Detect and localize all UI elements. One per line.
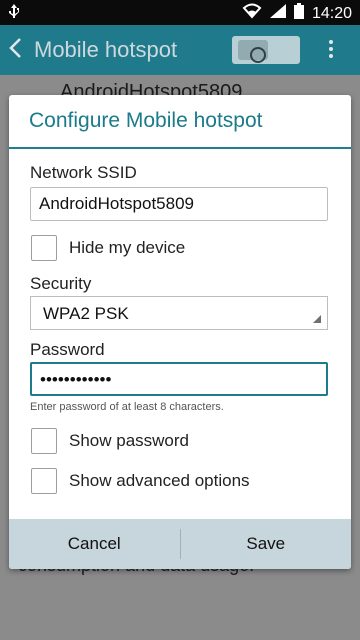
- show-advanced-row[interactable]: Show advanced options: [31, 468, 250, 494]
- dropdown-triangle-icon: [313, 315, 321, 323]
- hide-device-row[interactable]: Hide my device: [31, 235, 185, 261]
- clock: 14:20: [311, 4, 352, 22]
- power-ring-icon: [250, 47, 266, 63]
- status-bar: 14:20: [0, 0, 360, 25]
- security-label: Security: [30, 274, 92, 293]
- password-label: Password: [30, 340, 105, 359]
- show-password-checkbox[interactable]: [31, 428, 57, 454]
- hotspot-toggle[interactable]: [232, 36, 300, 64]
- hide-device-label: Hide my device: [69, 238, 186, 257]
- back-arrow-icon[interactable]: [8, 37, 22, 65]
- cell-signal-icon: [269, 4, 286, 23]
- show-advanced-checkbox[interactable]: [31, 468, 57, 494]
- show-password-label: Show password: [69, 431, 190, 450]
- toggle-knob: [238, 40, 268, 63]
- battery-icon: [293, 3, 304, 24]
- hide-device-checkbox[interactable]: [31, 235, 57, 261]
- overflow-menu-icon[interactable]: [326, 37, 336, 63]
- show-advanced-label: Show advanced options: [69, 471, 250, 490]
- save-button[interactable]: Save: [181, 519, 352, 569]
- page-title: Mobile hotspot: [34, 37, 178, 62]
- security-select[interactable]: WPA2 PSK: [30, 296, 328, 330]
- ssid-label: Network SSID: [30, 163, 137, 182]
- cancel-button[interactable]: Cancel: [9, 519, 180, 569]
- configure-hotspot-dialog: Configure Mobile hotspot Network SSID An…: [9, 95, 351, 569]
- app-bar: Mobile hotspot: [0, 25, 360, 75]
- password-input[interactable]: ••••••••••••: [30, 362, 328, 396]
- show-password-row[interactable]: Show password: [31, 428, 189, 454]
- title-divider: [9, 147, 351, 149]
- wifi-icon: [242, 3, 262, 24]
- security-value: WPA2 PSK: [43, 304, 129, 323]
- dialog-button-bar: Cancel Save: [9, 519, 351, 569]
- usb-icon: [8, 4, 20, 23]
- password-hint: Enter password of at least 8 characters.: [30, 401, 224, 413]
- dialog-title: Configure Mobile hotspot: [29, 109, 263, 132]
- ssid-input[interactable]: AndroidHotspot5809: [30, 187, 328, 221]
